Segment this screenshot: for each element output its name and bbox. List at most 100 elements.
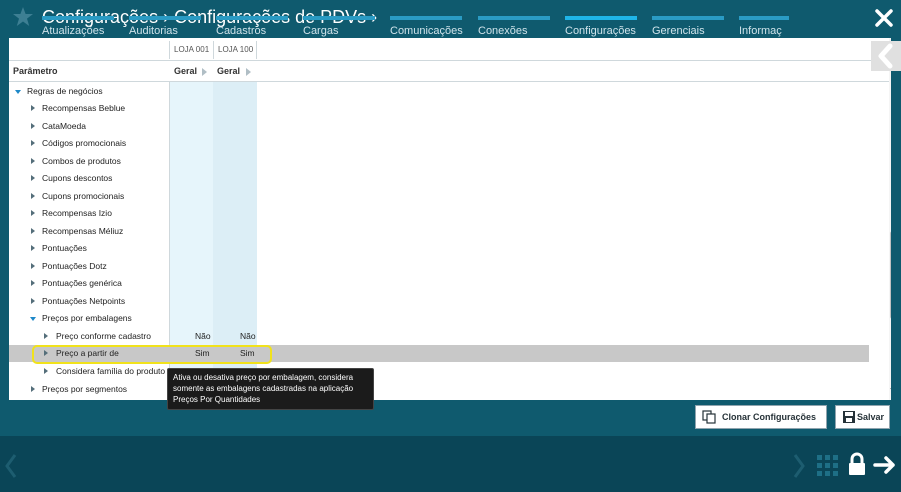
chevron-right-icon[interactable] bbox=[792, 452, 806, 480]
setting-label: Considera família do produto bbox=[56, 366, 166, 376]
expand-triangle-icon[interactable] bbox=[31, 175, 35, 181]
floppy-disk-icon bbox=[843, 411, 855, 423]
vertical-scrollbar[interactable] bbox=[889, 38, 891, 400]
scrollbar-thumb[interactable] bbox=[890, 231, 891, 319]
tree-item[interactable]: Códigos promocionais bbox=[9, 135, 869, 152]
nav-bar bbox=[739, 16, 789, 20]
nav-label: Auditorias bbox=[129, 25, 178, 37]
tree-item[interactable]: Recompensas Méliuz bbox=[9, 223, 869, 240]
tree-item[interactable]: Cupons descontos bbox=[9, 170, 869, 187]
tree-group-label: Regras de negócios bbox=[27, 86, 103, 96]
nav-bar bbox=[216, 16, 288, 20]
setting-row[interactable]: Preço conforme cadastro Não Não bbox=[9, 328, 869, 345]
expand-triangle-icon[interactable] bbox=[31, 386, 35, 392]
tree-item-label: Combos de produtos bbox=[42, 156, 121, 166]
nav-bar bbox=[478, 16, 550, 20]
tree-item[interactable]: Recompensas Izio bbox=[9, 205, 869, 222]
nav-item-informacoes[interactable]: Informaç bbox=[739, 16, 789, 56]
expand-triangle-icon[interactable] bbox=[31, 298, 35, 304]
expand-triangle-icon[interactable] bbox=[44, 368, 48, 374]
nav-bar bbox=[303, 16, 375, 20]
close-icon[interactable] bbox=[874, 8, 894, 28]
tree-item-label: Cupons descontos bbox=[42, 173, 113, 183]
nav-label: Atualizações bbox=[42, 25, 105, 37]
nav-bar bbox=[652, 16, 724, 20]
geral-header-store2[interactable]: Geral bbox=[217, 66, 240, 76]
nav-label: Cadastros bbox=[216, 25, 267, 37]
tree-item[interactable]: Pontuações bbox=[9, 240, 869, 257]
tree-item-label: Pontuações Netpoints bbox=[42, 296, 126, 306]
collapse-triangle-icon[interactable] bbox=[30, 317, 36, 321]
setting-label: Preço conforme cadastro bbox=[56, 331, 151, 341]
side-panel-toggle[interactable] bbox=[871, 41, 901, 71]
chevron-left-icon[interactable] bbox=[871, 41, 901, 71]
tree-item-label: Códigos promocionais bbox=[42, 138, 127, 148]
parameter-header: Parâmetro bbox=[13, 66, 58, 76]
star-icon[interactable] bbox=[12, 6, 34, 28]
tree-item[interactable]: Pontuações Netpoints bbox=[9, 293, 869, 310]
nav-bar bbox=[390, 16, 462, 20]
expand-arrow-icon[interactable] bbox=[246, 68, 251, 76]
highlight-frame bbox=[32, 345, 272, 364]
tree-item-label: Pontuações Dotz bbox=[42, 261, 107, 271]
logout-arrow-icon[interactable] bbox=[873, 456, 897, 474]
expand-triangle-icon[interactable] bbox=[31, 263, 35, 269]
bottom-navigation bbox=[0, 436, 901, 492]
tree-item-label: Recompensas Méliuz bbox=[42, 226, 124, 236]
expand-triangle-icon[interactable] bbox=[31, 158, 35, 164]
nav-bar bbox=[129, 16, 201, 20]
tree-item[interactable]: Cupons promocionais bbox=[9, 188, 869, 205]
expand-triangle-icon[interactable] bbox=[31, 105, 35, 111]
lock-icon[interactable] bbox=[848, 452, 866, 476]
tree-item[interactable]: CataMoeda bbox=[9, 118, 869, 135]
tree-item-label: Pontuações bbox=[42, 243, 87, 253]
column-header-store1[interactable]: LOJA 001 bbox=[169, 41, 213, 59]
nav-bar-active bbox=[565, 16, 637, 20]
copy-icon bbox=[702, 410, 716, 424]
grid-icon[interactable] bbox=[817, 455, 838, 476]
tree-item[interactable]: Pontuações genérica bbox=[9, 275, 869, 292]
expand-triangle-icon[interactable] bbox=[31, 280, 35, 286]
tree-item[interactable]: Combos de produtos bbox=[9, 153, 869, 170]
parameter-header-row: Parâmetro Geral Geral bbox=[9, 60, 891, 82]
chevron-left-icon[interactable] bbox=[4, 452, 18, 480]
tree-subgroup-label: Preços por embalagens bbox=[42, 313, 132, 323]
tooltip: Ativa ou desativa preço por embalagem, c… bbox=[167, 368, 374, 410]
save-button[interactable]: Salvar bbox=[835, 405, 890, 429]
expand-triangle-icon[interactable] bbox=[31, 193, 35, 199]
expand-triangle-icon[interactable] bbox=[44, 333, 48, 339]
collapse-triangle-icon[interactable] bbox=[15, 90, 21, 94]
tree-item[interactable]: Recompensas Beblue bbox=[9, 100, 869, 117]
expand-triangle-icon[interactable] bbox=[31, 140, 35, 146]
tree-item-label: Recompensas Izio bbox=[42, 208, 112, 218]
expand-arrow-icon[interactable] bbox=[202, 68, 207, 76]
tree-item-label: Cupons promocionais bbox=[42, 191, 125, 201]
tree-subgroup-embalagens[interactable]: Preços por embalagens bbox=[9, 310, 869, 327]
tree-item[interactable]: Pontuações Dotz bbox=[9, 258, 869, 275]
store2-value[interactable]: Não bbox=[240, 328, 256, 345]
tree-item-label: Pontuações genérica bbox=[42, 278, 122, 288]
nav-label: Comunicações bbox=[390, 25, 463, 37]
setting-row[interactable]: Considera família do produto Não Não bbox=[9, 363, 869, 380]
tree-group-regras[interactable]: Regras de negócios bbox=[9, 83, 869, 100]
scroll-down-icon[interactable] bbox=[890, 388, 891, 392]
expand-triangle-icon[interactable] bbox=[31, 123, 35, 129]
store1-value[interactable]: Não bbox=[195, 328, 211, 345]
nav-label: Configurações bbox=[565, 25, 636, 37]
nav-label: Conexões bbox=[478, 25, 528, 37]
clone-config-button[interactable]: Clonar Configurações bbox=[695, 405, 827, 429]
tree-item-label: Recompensas Beblue bbox=[42, 103, 126, 113]
tree-item-label: Preços por segmentos bbox=[42, 384, 128, 394]
nav-bar bbox=[42, 16, 114, 20]
expand-triangle-icon[interactable] bbox=[31, 245, 35, 251]
nav-label: Cargas bbox=[303, 25, 339, 37]
geral-header-store1[interactable]: Geral bbox=[174, 66, 197, 76]
tree-item-label: CataMoeda bbox=[42, 121, 86, 131]
expand-triangle-icon[interactable] bbox=[31, 228, 35, 234]
clone-config-label: Clonar Configurações bbox=[722, 412, 817, 422]
column-header-store2[interactable]: LOJA 100 bbox=[213, 41, 257, 59]
nav-label: Gerenciais bbox=[652, 25, 705, 37]
save-label: Salvar bbox=[857, 412, 885, 422]
expand-triangle-icon[interactable] bbox=[31, 210, 35, 216]
tree-item[interactable]: Preços por segmentos bbox=[9, 381, 869, 398]
